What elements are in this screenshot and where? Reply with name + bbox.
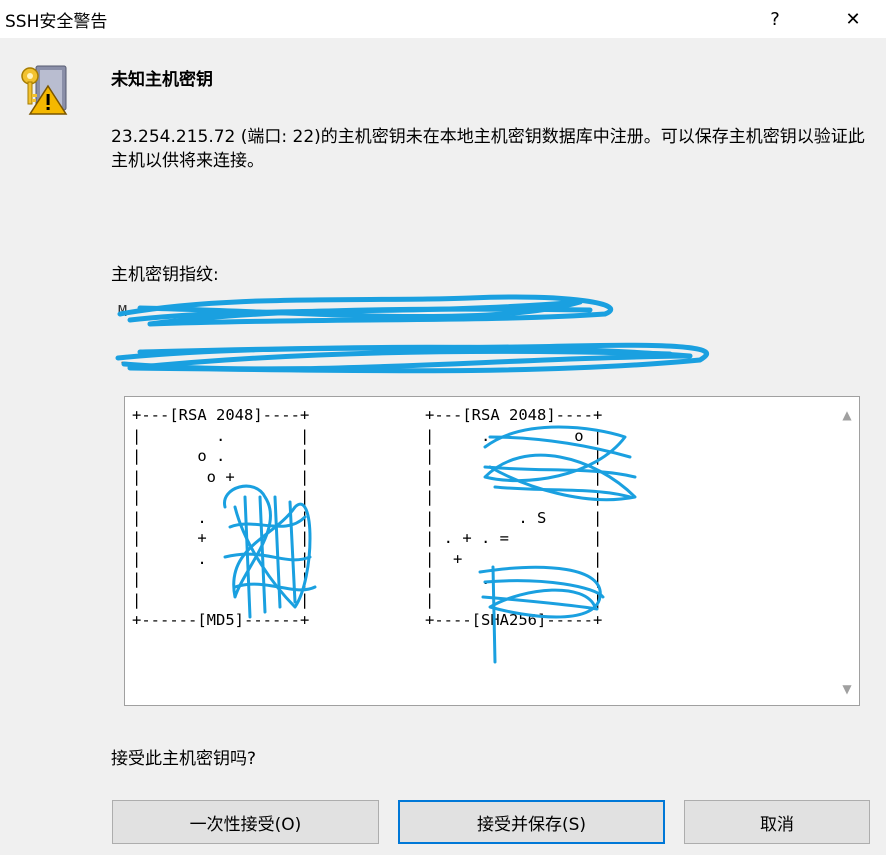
accept-once-button[interactable]: 一次性接受(O): [112, 800, 379, 844]
help-icon: ?: [770, 8, 780, 30]
cancel-button[interactable]: 取消: [684, 800, 870, 844]
vertical-scrollbar[interactable]: ▲ ▼: [835, 397, 859, 705]
close-button[interactable]: ✕: [830, 0, 876, 38]
window-title: SSH安全警告: [5, 12, 108, 32]
warning-message: 23.254.215.72 (端口: 22)的主机密钥未在本地主机密钥数据库中注…: [111, 127, 865, 171]
accept-question: 接受此主机密钥吗?: [111, 749, 257, 769]
key-warning-icon: [18, 62, 72, 116]
randomart-box[interactable]: +---[RSA 2048]----+ | . | | o . | | o + …: [124, 396, 860, 706]
dialog-heading: 未知主机密钥: [111, 70, 213, 90]
accept-and-save-button[interactable]: 接受并保存(S): [398, 800, 665, 844]
randomart-md5: +---[RSA 2048]----+ | . | | o . | | o + …: [132, 406, 310, 629]
scroll-up-arrow-icon[interactable]: ▲: [835, 403, 859, 427]
randomart-sha256: +---[RSA 2048]----+ | . o | | | | | | | …: [425, 406, 603, 629]
help-button[interactable]: ?: [752, 0, 798, 38]
fingerprint-label: 主机密钥指纹:: [111, 265, 219, 285]
scroll-down-arrow-icon[interactable]: ▼: [835, 677, 859, 701]
fingerprint-line-1: M: [118, 302, 128, 320]
close-icon: ✕: [845, 8, 861, 30]
title-bar: SSH安全警告 ? ✕: [0, 0, 886, 38]
fingerprint-line-2: .: [118, 350, 128, 368]
